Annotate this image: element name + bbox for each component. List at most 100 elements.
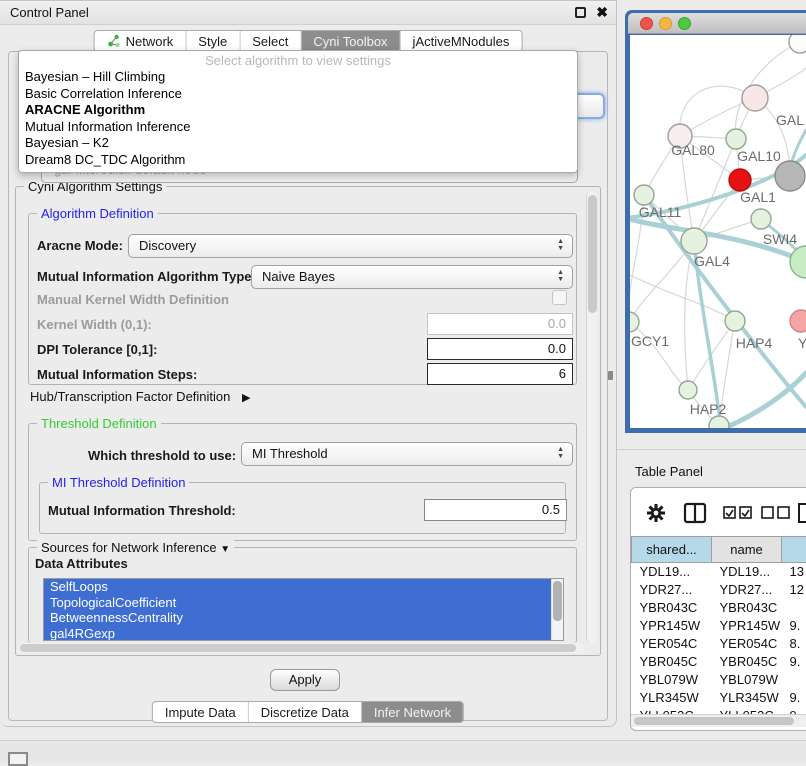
table-row[interactable]: YDL19...YDL19...13 <box>632 563 806 581</box>
tab-impute-data[interactable]: Impute Data <box>153 702 249 722</box>
network-node-swi4[interactable] <box>751 209 771 229</box>
algorithm-option[interactable]: Bayesian – Hill Climbing <box>19 69 577 86</box>
dpi-tolerance-field[interactable]: 0.0 <box>427 338 573 360</box>
table-cell[interactable]: YLR345W <box>632 689 712 707</box>
tab-style[interactable]: Style <box>186 31 240 51</box>
table-cell[interactable]: YBL079W <box>712 671 782 689</box>
network-node[interactable] <box>775 161 805 191</box>
table-cell[interactable]: YBL079W <box>632 671 712 689</box>
network-node-gal11[interactable] <box>634 185 654 205</box>
tab-infer-network[interactable]: Infer Network <box>362 702 463 722</box>
select-all-checkboxes-icon[interactable] <box>723 506 753 520</box>
algorithm-option[interactable]: Basic Correlation Inference <box>19 86 577 103</box>
mi-algorithm-type-combo[interactable]: Naive Bayes ▲▼ <box>251 265 573 289</box>
close-icon[interactable]: ✖ <box>596 4 608 21</box>
algorithm-option[interactable]: Mutual Information Inference <box>19 119 577 136</box>
table-horizontal-scrollbar[interactable] <box>631 714 806 727</box>
minimized-panel-icon[interactable] <box>8 752 28 766</box>
settings-vertical-scrollbar[interactable] <box>586 191 597 643</box>
table-cell[interactable]: YLR345W <box>712 689 782 707</box>
tab-discretize-data[interactable]: Discretize Data <box>249 702 362 722</box>
table-cell[interactable]: YBR043C <box>632 599 712 617</box>
deselect-all-checkboxes-icon[interactable] <box>761 506 791 520</box>
mi-steps-field[interactable]: 6 <box>427 363 573 385</box>
settings-horizontal-scrollbar-thumb[interactable] <box>20 644 576 652</box>
node-table[interactable]: shared...nameAYDL19...YDL19...13YDR27...… <box>631 536 806 725</box>
table-cell[interactable]: 8. <box>782 635 806 653</box>
gear-icon[interactable] <box>645 502 667 524</box>
network-canvas[interactable]: GALGAL80GAL10GAL1GAL11SWI4GAL4GCY1HAP4YH… <box>630 35 806 428</box>
column-layout-icon[interactable] <box>683 502 707 524</box>
settings-horizontal-scrollbar[interactable] <box>19 643 585 653</box>
table-cell[interactable]: YPR145W <box>632 617 712 635</box>
network-node[interactable] <box>790 246 806 278</box>
table-row[interactable]: YPR145WYPR145W9. <box>632 617 806 635</box>
table-cell[interactable]: 13 <box>782 563 806 581</box>
data-attribute-item[interactable]: gal4RGexp <box>44 626 563 642</box>
float-window-icon[interactable] <box>575 7 586 18</box>
list-scrollbar-thumb[interactable] <box>553 581 562 621</box>
table-cell[interactable]: YDL19... <box>632 563 712 581</box>
split-pane-handle[interactable] <box>608 371 613 380</box>
table-row[interactable]: YBR045CYBR045C9. <box>632 653 806 671</box>
table-cell[interactable]: YDL19... <box>712 563 782 581</box>
algorithm-option[interactable]: ARACNE Algorithm <box>19 102 577 119</box>
network-node[interactable] <box>709 416 729 428</box>
table-cell[interactable]: YPR145W <box>712 617 782 635</box>
network-node-gal1[interactable] <box>729 169 751 191</box>
table-row[interactable]: YBR043CYBR043C <box>632 599 806 617</box>
aracne-mode-combo[interactable]: Discovery ▲▼ <box>128 234 573 258</box>
tab-cyni-toolbox[interactable]: Cyni Toolbox <box>301 31 400 51</box>
table-cell[interactable]: 9. <box>782 653 806 671</box>
tab-select[interactable]: Select <box>240 31 301 51</box>
tab-network[interactable]: Network <box>95 31 187 51</box>
table-cell[interactable] <box>782 671 806 689</box>
settings-vertical-scrollbar-thumb[interactable] <box>588 195 597 313</box>
network-node-gal10[interactable] <box>726 129 746 149</box>
kernel-width-field[interactable]: 0.0 <box>427 313 573 335</box>
table-cell[interactable] <box>782 599 806 617</box>
which-threshold-combo[interactable]: MI Threshold ▲▼ <box>241 442 573 466</box>
manual-kernel-width-checkbox[interactable] <box>552 290 567 305</box>
network-node-hap2[interactable] <box>679 381 697 399</box>
table-cell[interactable]: 12 <box>782 581 806 599</box>
table-cell[interactable]: YBR045C <box>632 653 712 671</box>
table-row[interactable]: YDR27...YDR27...12 <box>632 581 806 599</box>
algorithm-option[interactable]: Dream8 DC_TDC Algorithm <box>19 152 577 169</box>
sources-group-title[interactable]: Sources for Network Inference ▼ <box>37 540 234 555</box>
table-cell[interactable]: YBR043C <box>712 599 782 617</box>
zoom-traffic-light-icon[interactable] <box>678 17 691 30</box>
tab-jactivemnodules[interactable]: jActiveMNodules <box>401 31 522 51</box>
table-cell[interactable]: YER054C <box>712 635 782 653</box>
column-header-shared[interactable]: shared... <box>632 537 712 563</box>
table-cell[interactable]: YDR27... <box>632 581 712 599</box>
table-cell[interactable]: YER054C <box>632 635 712 653</box>
hub-definition-expander[interactable]: Hub/Transcription Factor Definition ▶ <box>30 389 250 404</box>
data-attribute-item[interactable]: SelfLoops <box>44 579 563 595</box>
algorithm-option[interactable]: Bayesian – K2 <box>19 135 577 152</box>
column-header-name[interactable]: name <box>712 537 782 563</box>
network-node-gal[interactable] <box>742 85 768 111</box>
data-attribute-item[interactable]: TopologicalCoefficient <box>44 595 563 611</box>
column-header-a[interactable]: A <box>782 537 806 563</box>
list-scrollbar[interactable] <box>551 579 563 641</box>
minimize-traffic-light-icon[interactable] <box>659 17 672 30</box>
network-node-gal4[interactable] <box>681 228 707 254</box>
table-horizontal-scrollbar-thumb[interactable] <box>634 717 794 725</box>
table-cell[interactable]: 9. <box>782 689 806 707</box>
data-attributes-list[interactable]: SelfLoopsTopologicalCoefficientBetweenne… <box>43 578 564 641</box>
close-traffic-light-icon[interactable] <box>640 17 653 30</box>
table-cell[interactable]: YDR27... <box>712 581 782 599</box>
network-node-y[interactable] <box>790 310 806 332</box>
table-row[interactable]: YLR345WYLR345W9. <box>632 689 806 707</box>
mi-threshold-field[interactable]: 0.5 <box>424 499 567 521</box>
network-node-hap4[interactable] <box>725 311 745 331</box>
apply-button[interactable]: Apply <box>270 669 340 691</box>
document-icon[interactable] <box>797 502 806 524</box>
table-row[interactable]: YBL079WYBL079W <box>632 671 806 689</box>
network-node[interactable] <box>789 35 806 53</box>
table-cell[interactable]: 9. <box>782 617 806 635</box>
table-cell[interactable]: YBR045C <box>712 653 782 671</box>
table-row[interactable]: YER054CYER054C8. <box>632 635 806 653</box>
data-attribute-item[interactable]: BetweennessCentrality <box>44 610 563 626</box>
